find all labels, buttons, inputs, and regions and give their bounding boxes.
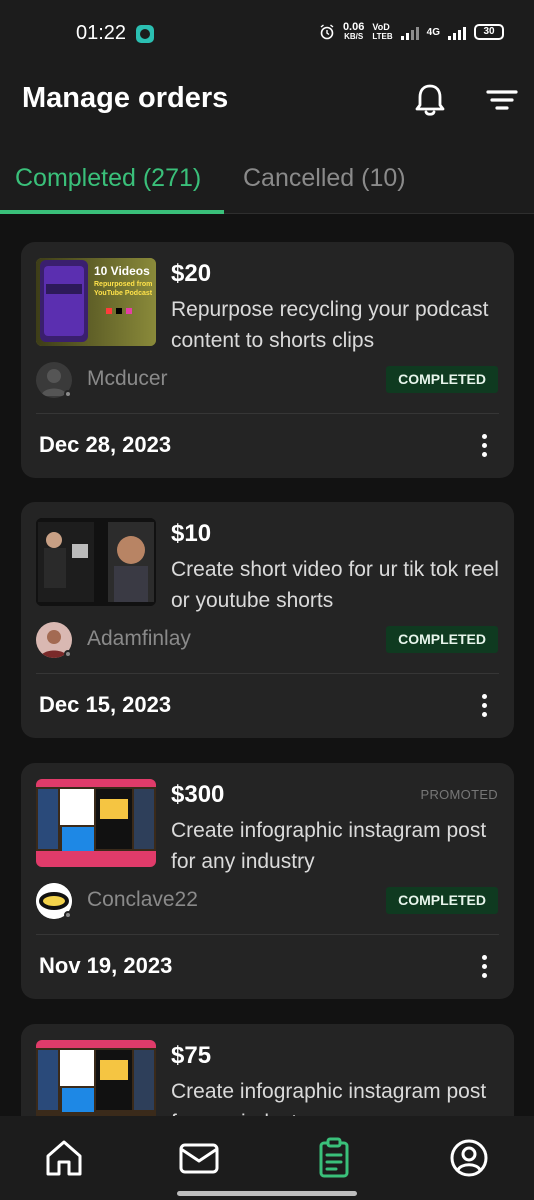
- seller-name[interactable]: Conclave22: [87, 888, 198, 912]
- app-header: Manage orders Completed (271) Cancelled …: [0, 68, 534, 214]
- order-tabs: Completed (271) Cancelled (10): [0, 158, 534, 214]
- home-icon[interactable]: [42, 1136, 86, 1180]
- status-bar: 01:22 0.06 KB/S VoD LTEB 4G 30: [0, 0, 534, 68]
- mail-icon[interactable]: [177, 1136, 221, 1180]
- signal-icon-2: [448, 24, 466, 40]
- more-options-icon[interactable]: [476, 691, 492, 721]
- tab-cancelled[interactable]: Cancelled (10): [243, 164, 406, 193]
- alarm-icon: [320, 24, 334, 40]
- status-time: 01:22: [76, 22, 127, 44]
- more-options-icon[interactable]: [476, 431, 492, 461]
- battery-level: 30: [483, 26, 495, 37]
- thumbnail-graphic: [36, 1040, 156, 1116]
- volte-indicator: VoD LTEB: [372, 22, 392, 42]
- thumbnail-headline: 10 Videos: [94, 264, 150, 278]
- orders-list[interactable]: 10 Videos Repurposed from YouTube Podcas…: [0, 214, 534, 1116]
- order-price: $10: [171, 520, 212, 547]
- order-card[interactable]: $300 PROMOTED Create infographic instagr…: [21, 763, 514, 999]
- order-price: $75: [171, 1042, 212, 1069]
- gig-thumbnail: [36, 779, 156, 867]
- profile-icon[interactable]: [447, 1136, 491, 1180]
- network-type: 4G: [426, 26, 440, 38]
- order-date: Dec 28, 2023: [39, 432, 172, 457]
- gesture-bar[interactable]: [177, 1191, 357, 1196]
- status-badge: COMPLETED: [386, 887, 498, 914]
- order-card[interactable]: $75 Create infographic instagram post fo…: [21, 1024, 514, 1116]
- gig-thumbnail: 10 Videos Repurposed from YouTube Podcas…: [36, 258, 156, 346]
- bell-icon[interactable]: [410, 80, 450, 120]
- order-date: Dec 15, 2023: [39, 692, 172, 717]
- card-divider: [36, 934, 499, 935]
- seller-name[interactable]: Adamfinlay: [87, 627, 191, 651]
- gig-title: Repurpose recycling your podcast content…: [171, 298, 489, 352]
- promoted-label: PROMOTED: [420, 787, 498, 802]
- volte-bottom: LTEB: [372, 32, 393, 41]
- status-indicators: 0.06 KB/S VoD LTEB 4G 30: [319, 22, 504, 42]
- network-speed: 0.06 KB/S: [343, 22, 364, 42]
- thumbnail-graphic: [36, 518, 156, 606]
- status-badge: COMPLETED: [386, 366, 498, 393]
- seller-name[interactable]: Mcducer: [87, 367, 168, 391]
- speed-unit: KB/S: [344, 32, 364, 41]
- card-divider: [36, 413, 499, 414]
- thumbnail-graphic: [36, 779, 156, 867]
- speed-value: 0.06: [342, 21, 365, 33]
- online-status-dot: [64, 650, 72, 658]
- bottom-navigation: [0, 1116, 534, 1200]
- gig-thumbnail: [36, 1040, 156, 1116]
- gig-title: Create infographic instagram post for an…: [171, 819, 487, 873]
- chat-notification-icon: [136, 25, 154, 43]
- status-badge: COMPLETED: [386, 626, 498, 653]
- signal-icon: [400, 24, 419, 40]
- orders-clipboard-icon[interactable]: [312, 1136, 356, 1180]
- tab-completed[interactable]: Completed (271): [15, 164, 201, 193]
- more-options-icon[interactable]: [476, 952, 492, 982]
- gig-title: Create short video for ur tik tok reel o…: [171, 558, 499, 612]
- order-card[interactable]: $10 Create short video for ur tik tok re…: [21, 502, 514, 738]
- order-price: $20: [171, 260, 212, 287]
- card-divider: [36, 673, 499, 674]
- volte-top: VoD: [372, 22, 390, 32]
- online-status-dot: [64, 390, 72, 398]
- order-date: Nov 19, 2023: [39, 953, 173, 978]
- battery-icon: 30: [474, 24, 504, 40]
- online-status-dot: [64, 911, 72, 919]
- gig-thumbnail: [36, 518, 156, 606]
- thumbnail-subline: Repurposed from YouTube Podcast: [94, 281, 153, 297]
- order-price: $300: [171, 781, 225, 808]
- filter-icon[interactable]: [482, 82, 522, 118]
- order-card[interactable]: 10 Videos Repurposed from YouTube Podcas…: [21, 242, 514, 478]
- gig-title: Create infographic instagram post for an…: [171, 1080, 487, 1116]
- page-title: Manage orders: [22, 82, 229, 114]
